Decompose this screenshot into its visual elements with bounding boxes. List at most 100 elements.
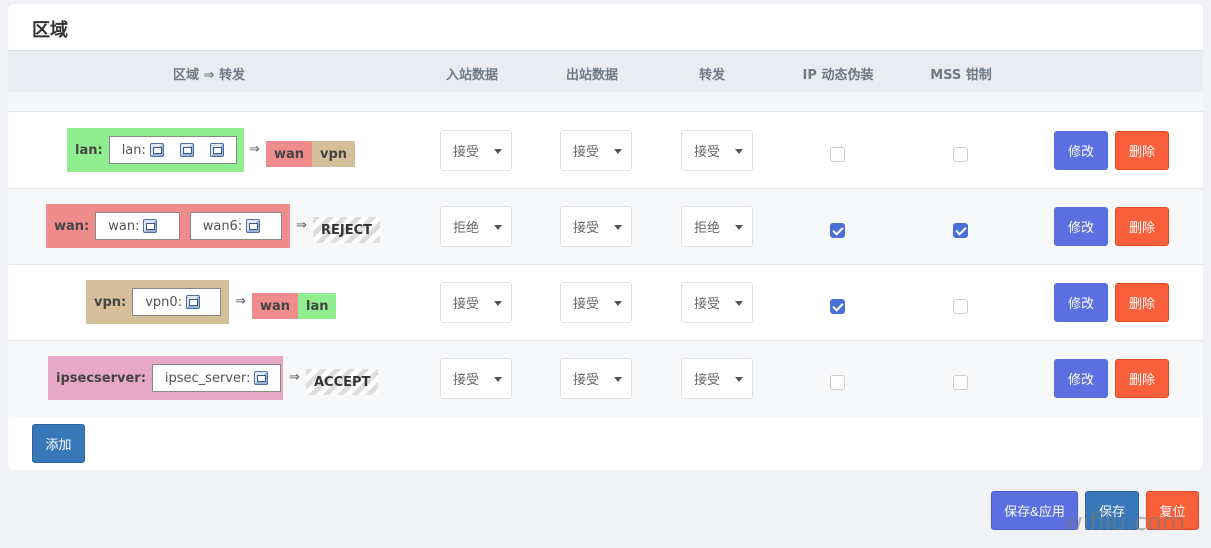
forward-arrow: ⇒ [296,218,307,233]
target-tag: REJECT [313,217,381,243]
zone-name: lan: [75,142,103,158]
select-value: 接受 [453,373,480,388]
ethernet-icon [209,143,224,157]
forward-policy-select[interactable]: 拒绝 [681,206,753,247]
device-box: wan6: [189,212,282,240]
table-row: wan: wan: wan6: ⇒ REJECT 拒绝 接受 拒绝 修改 删除 [8,189,1203,265]
chevron-down-icon [614,377,622,382]
chevron-down-icon [614,149,622,154]
output-policy-select[interactable]: 接受 [560,282,632,323]
chevron-down-icon [494,149,502,154]
ethernet-icon [254,371,269,385]
output-policy-select[interactable]: 接受 [560,358,632,399]
header-masq: IP 动态伪装 [802,68,874,83]
header-input: 入站数据 [445,68,499,83]
edit-button[interactable]: 修改 [1054,283,1108,322]
delete-button[interactable]: 删除 [1115,207,1169,246]
target-tag: vpn [312,141,356,167]
zone-lan-box: lan: lan: [67,128,244,172]
zone-vpn-box: vpn: vpn0: [86,280,229,324]
chevron-down-icon [735,377,743,382]
mss-checkbox[interactable] [953,299,968,314]
output-policy-select[interactable]: 接受 [560,130,632,171]
device-box: wan: [95,212,180,240]
panel-title: 区域 [32,20,68,41]
device-box: ipsec_server: [151,364,282,392]
device-label: ipsec_server: [164,370,251,386]
ethernet-icon [186,295,201,309]
table-row: lan: lan: ⇒ wan vpn 接受 接受 接受 修改 删除 [8,113,1203,189]
chevron-down-icon [614,301,622,306]
masq-checkbox[interactable] [830,299,845,314]
input-policy-select[interactable]: 接受 [440,130,512,171]
zone-wan-box: wan: wan: wan6: [46,204,290,248]
select-value: 接受 [573,221,600,236]
chevron-down-icon [494,225,502,230]
target-tag: wan [252,293,299,319]
select-value: 接受 [573,297,600,312]
target-tag: wan [266,141,313,167]
forward-arrow: ⇒ [235,294,246,309]
chevron-down-icon [735,149,743,154]
select-value: 接受 [453,145,480,160]
input-policy-select[interactable]: 拒绝 [440,206,512,247]
forward-policy-select[interactable]: 接受 [681,130,753,171]
zones-panel: 区域 区域 ⇒ 转发 入站数据 出站数据 转发 IP 动态伪装 MSS 钳制 l… [8,4,1203,470]
ethernet-icon [143,219,158,233]
table-header: 区域 ⇒ 转发 入站数据 出站数据 转发 IP 动态伪装 MSS 钳制 [8,50,1203,92]
zone-name: vpn: [94,294,127,310]
forward-arrow: ⇒ [289,370,300,385]
input-policy-select[interactable]: 接受 [440,358,512,399]
delete-button[interactable]: 删除 [1115,359,1169,398]
table-row: vpn: vpn0: ⇒ wan lan 接受 接受 接受 修改 删除 [8,265,1203,341]
device-label: wan6: [202,218,243,234]
edit-button[interactable]: 修改 [1054,207,1108,246]
target-tag: ACCEPT [306,369,379,395]
masq-checkbox[interactable] [830,375,845,390]
watermark: wifilu.com [1063,508,1186,536]
header-output: 出站数据 [565,68,619,83]
add-zone-button[interactable]: 添加 [32,424,85,463]
header-forward: 转发 [698,68,726,83]
ethernet-icon [179,143,194,157]
chevron-down-icon [494,377,502,382]
header-zone-forward: 区域 ⇒ 转发 [173,68,245,83]
chevron-down-icon [614,225,622,230]
mss-checkbox[interactable] [953,147,968,162]
chevron-down-icon [735,225,743,230]
zone-name: wan: [54,218,90,234]
chevron-down-icon [494,301,502,306]
edit-button[interactable]: 修改 [1054,131,1108,170]
select-value: 接受 [573,145,600,160]
input-policy-select[interactable]: 接受 [440,282,512,323]
mss-checkbox[interactable] [953,223,968,238]
target-tag: lan [298,293,337,319]
forward-policy-select[interactable]: 接受 [681,358,753,399]
masq-checkbox[interactable] [830,223,845,238]
header-mss: MSS 钳制 [930,68,992,83]
select-value: 拒绝 [694,221,721,236]
device-label: vpn0: [145,294,183,310]
edit-button[interactable]: 修改 [1054,359,1108,398]
ethernet-icon [246,219,261,233]
table-spacer-row [8,92,1203,112]
zone-ipsecserver-box: ipsecserver: ipsec_server: [48,356,283,400]
output-policy-select[interactable]: 接受 [560,206,632,247]
table-row: ipsecserver: ipsec_server: ⇒ ACCEPT 接受 接… [8,341,1203,417]
chevron-down-icon [735,301,743,306]
device-label: lan: [121,142,146,158]
device-label: wan: [108,218,140,234]
forward-policy-select[interactable]: 接受 [681,282,753,323]
select-value: 接受 [694,373,721,388]
select-value: 接受 [694,145,721,160]
select-value: 接受 [694,297,721,312]
masq-checkbox[interactable] [830,147,845,162]
delete-button[interactable]: 删除 [1115,283,1169,322]
mss-checkbox[interactable] [953,375,968,390]
delete-button[interactable]: 删除 [1115,131,1169,170]
zone-name: ipsecserver: [56,370,146,386]
select-value: 接受 [573,373,600,388]
forward-arrow: ⇒ [249,142,260,157]
select-value: 接受 [453,297,480,312]
ethernet-icon [149,143,164,157]
